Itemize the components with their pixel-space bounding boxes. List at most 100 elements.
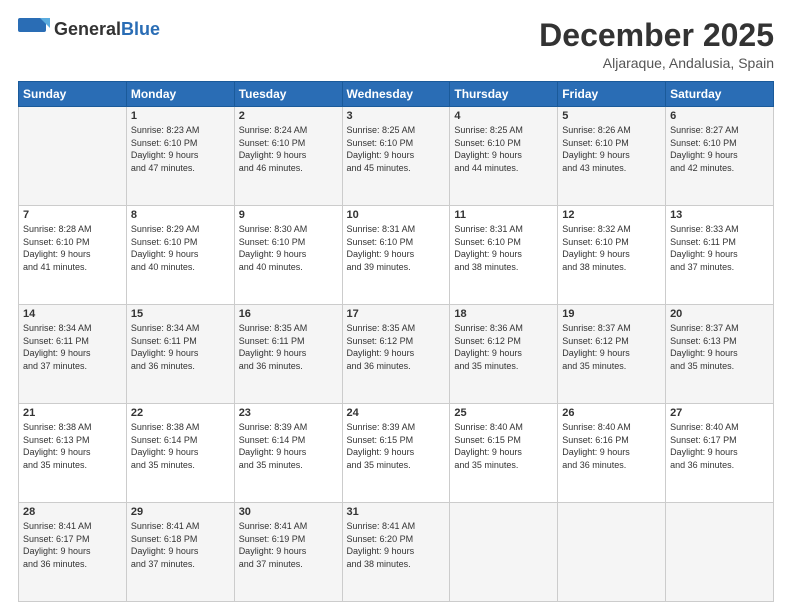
table-row: 3Sunrise: 8:25 AMSunset: 6:10 PMDaylight… xyxy=(342,107,450,206)
day-info-line: Sunset: 6:17 PM xyxy=(23,533,122,546)
day-info-line: Sunset: 6:12 PM xyxy=(454,335,553,348)
day-info-line: and 36 minutes. xyxy=(562,459,661,472)
day-info-line: Sunrise: 8:41 AM xyxy=(239,520,338,533)
table-row: 27Sunrise: 8:40 AMSunset: 6:17 PMDayligh… xyxy=(666,404,774,503)
col-sunday: Sunday xyxy=(19,82,127,107)
calendar-week-row: 1Sunrise: 8:23 AMSunset: 6:10 PMDaylight… xyxy=(19,107,774,206)
header: GeneralBlue December 2025 Aljaraque, And… xyxy=(18,18,774,71)
day-number: 16 xyxy=(239,308,338,320)
day-info-line: Sunrise: 8:39 AM xyxy=(239,421,338,434)
day-info-line: and 46 minutes. xyxy=(239,162,338,175)
day-info-line: Daylight: 9 hours xyxy=(347,446,446,459)
table-row: 21Sunrise: 8:38 AMSunset: 6:13 PMDayligh… xyxy=(19,404,127,503)
day-info-line: Sunrise: 8:41 AM xyxy=(23,520,122,533)
calendar-week-row: 28Sunrise: 8:41 AMSunset: 6:17 PMDayligh… xyxy=(19,503,774,602)
day-info-line: and 38 minutes. xyxy=(454,261,553,274)
day-info-line: Sunset: 6:10 PM xyxy=(562,236,661,249)
day-info-line: Daylight: 9 hours xyxy=(670,248,769,261)
day-info-line: Sunset: 6:13 PM xyxy=(23,434,122,447)
logo: GeneralBlue xyxy=(18,18,160,40)
day-number: 8 xyxy=(131,209,230,221)
day-info-line: Sunset: 6:18 PM xyxy=(131,533,230,546)
day-info-line: Sunrise: 8:34 AM xyxy=(23,322,122,335)
col-tuesday: Tuesday xyxy=(234,82,342,107)
day-info-line: Sunset: 6:10 PM xyxy=(239,236,338,249)
day-info-line: Sunrise: 8:34 AM xyxy=(131,322,230,335)
day-info-line: Sunset: 6:19 PM xyxy=(239,533,338,546)
day-info-line: Sunrise: 8:25 AM xyxy=(347,124,446,137)
col-thursday: Thursday xyxy=(450,82,558,107)
table-row: 4Sunrise: 8:25 AMSunset: 6:10 PMDaylight… xyxy=(450,107,558,206)
day-info-line: and 44 minutes. xyxy=(454,162,553,175)
day-info-line: and 35 minutes. xyxy=(670,360,769,373)
day-number: 7 xyxy=(23,209,122,221)
day-info-line: Daylight: 9 hours xyxy=(562,149,661,162)
day-info-line: Daylight: 9 hours xyxy=(131,347,230,360)
day-info-line: and 40 minutes. xyxy=(239,261,338,274)
day-info-line: and 35 minutes. xyxy=(131,459,230,472)
logo-general: General xyxy=(54,19,121,39)
table-row: 12Sunrise: 8:32 AMSunset: 6:10 PMDayligh… xyxy=(558,206,666,305)
day-info-line: Daylight: 9 hours xyxy=(562,248,661,261)
table-row: 1Sunrise: 8:23 AMSunset: 6:10 PMDaylight… xyxy=(126,107,234,206)
day-number: 23 xyxy=(239,407,338,419)
table-row: 20Sunrise: 8:37 AMSunset: 6:13 PMDayligh… xyxy=(666,305,774,404)
day-info-line: Sunrise: 8:28 AM xyxy=(23,223,122,236)
day-info-line: Daylight: 9 hours xyxy=(23,545,122,558)
day-info-line: Sunrise: 8:40 AM xyxy=(562,421,661,434)
day-info-line: Daylight: 9 hours xyxy=(670,446,769,459)
day-info-line: and 40 minutes. xyxy=(131,261,230,274)
day-number: 2 xyxy=(239,110,338,122)
day-info-line: Sunrise: 8:23 AM xyxy=(131,124,230,137)
table-row: 30Sunrise: 8:41 AMSunset: 6:19 PMDayligh… xyxy=(234,503,342,602)
day-info-line: Sunrise: 8:27 AM xyxy=(670,124,769,137)
day-info-line: Sunset: 6:10 PM xyxy=(347,137,446,150)
day-number: 27 xyxy=(670,407,769,419)
day-info-line: and 47 minutes. xyxy=(131,162,230,175)
day-info-line: Daylight: 9 hours xyxy=(347,149,446,162)
day-info-line: Daylight: 9 hours xyxy=(670,347,769,360)
table-row: 16Sunrise: 8:35 AMSunset: 6:11 PMDayligh… xyxy=(234,305,342,404)
day-info-line: Sunrise: 8:25 AM xyxy=(454,124,553,137)
day-info-line: Sunrise: 8:38 AM xyxy=(131,421,230,434)
day-info-line: Sunrise: 8:24 AM xyxy=(239,124,338,137)
table-row: 7Sunrise: 8:28 AMSunset: 6:10 PMDaylight… xyxy=(19,206,127,305)
day-number: 5 xyxy=(562,110,661,122)
day-number: 25 xyxy=(454,407,553,419)
day-info-line: and 38 minutes. xyxy=(562,261,661,274)
day-info-line: and 37 minutes. xyxy=(23,360,122,373)
day-info-line: Daylight: 9 hours xyxy=(347,545,446,558)
table-row: 31Sunrise: 8:41 AMSunset: 6:20 PMDayligh… xyxy=(342,503,450,602)
day-info-line: Sunset: 6:20 PM xyxy=(347,533,446,546)
day-info-line: Sunset: 6:10 PM xyxy=(131,137,230,150)
day-info-line: Sunrise: 8:26 AM xyxy=(562,124,661,137)
day-info-line: Daylight: 9 hours xyxy=(239,248,338,261)
day-info-line: Daylight: 9 hours xyxy=(562,446,661,459)
day-info-line: Daylight: 9 hours xyxy=(239,446,338,459)
day-info-line: Daylight: 9 hours xyxy=(454,149,553,162)
day-info-line: and 35 minutes. xyxy=(454,459,553,472)
table-row: 29Sunrise: 8:41 AMSunset: 6:18 PMDayligh… xyxy=(126,503,234,602)
day-info-line: Sunrise: 8:29 AM xyxy=(131,223,230,236)
table-row: 18Sunrise: 8:36 AMSunset: 6:12 PMDayligh… xyxy=(450,305,558,404)
calendar-table: Sunday Monday Tuesday Wednesday Thursday… xyxy=(18,81,774,602)
table-row: 6Sunrise: 8:27 AMSunset: 6:10 PMDaylight… xyxy=(666,107,774,206)
table-row: 5Sunrise: 8:26 AMSunset: 6:10 PMDaylight… xyxy=(558,107,666,206)
day-info-line: Daylight: 9 hours xyxy=(239,545,338,558)
day-info-line: and 35 minutes. xyxy=(562,360,661,373)
table-row: 9Sunrise: 8:30 AMSunset: 6:10 PMDaylight… xyxy=(234,206,342,305)
day-info-line: Sunrise: 8:37 AM xyxy=(562,322,661,335)
day-info-line: Sunset: 6:12 PM xyxy=(347,335,446,348)
day-number: 13 xyxy=(670,209,769,221)
day-info-line: Sunrise: 8:41 AM xyxy=(347,520,446,533)
day-number: 20 xyxy=(670,308,769,320)
table-row: 17Sunrise: 8:35 AMSunset: 6:12 PMDayligh… xyxy=(342,305,450,404)
table-row: 26Sunrise: 8:40 AMSunset: 6:16 PMDayligh… xyxy=(558,404,666,503)
table-row: 14Sunrise: 8:34 AMSunset: 6:11 PMDayligh… xyxy=(19,305,127,404)
day-info-line: and 39 minutes. xyxy=(347,261,446,274)
day-info-line: and 38 minutes. xyxy=(347,558,446,571)
col-friday: Friday xyxy=(558,82,666,107)
table-row: 23Sunrise: 8:39 AMSunset: 6:14 PMDayligh… xyxy=(234,404,342,503)
table-row: 22Sunrise: 8:38 AMSunset: 6:14 PMDayligh… xyxy=(126,404,234,503)
day-info-line: and 45 minutes. xyxy=(347,162,446,175)
